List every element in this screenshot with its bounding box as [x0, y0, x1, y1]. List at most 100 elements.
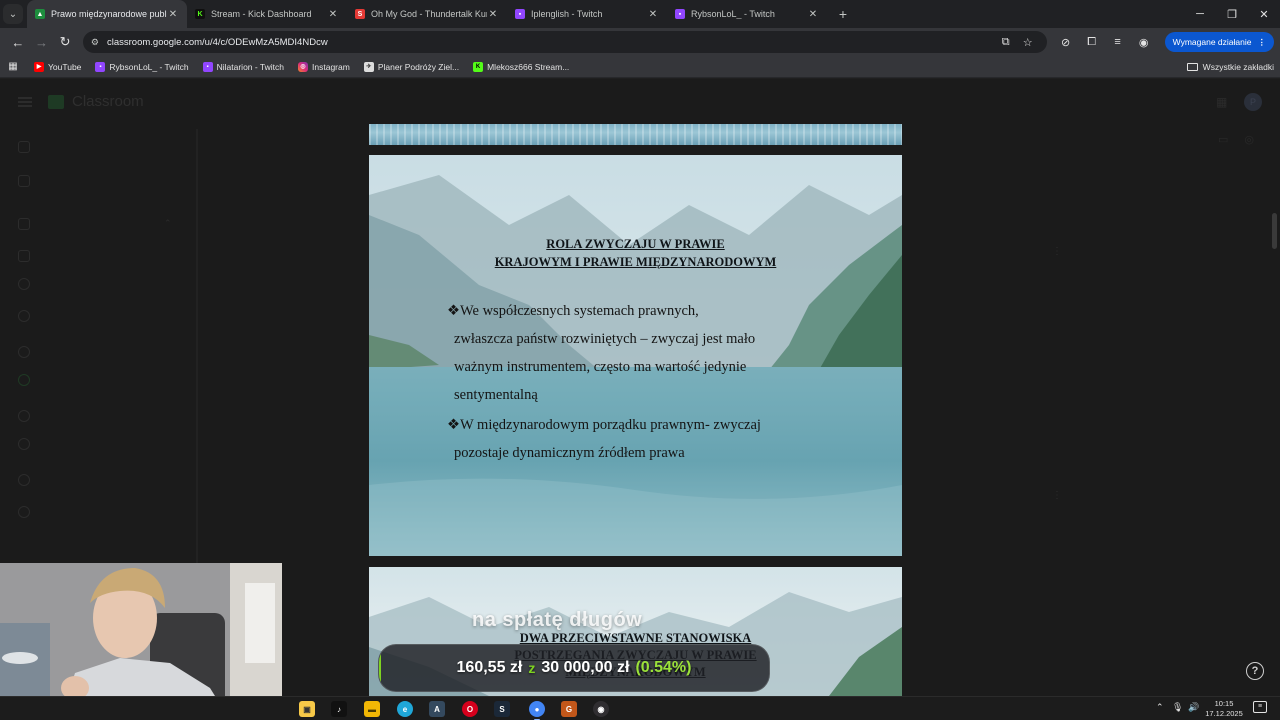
sidebar-item-enrolled[interactable] [18, 218, 46, 230]
close-tab-icon[interactable]: ✕ [327, 9, 339, 20]
bookmark-label: Nilatarion - Twitch [216, 61, 285, 72]
minimize-button[interactable]: ─ [1184, 0, 1216, 28]
bookmark-planer[interactable]: ✈ Planer Podróży Ziel... [363, 61, 459, 72]
bookmark-label: Instagram [312, 61, 350, 72]
sidebar-course-active[interactable] [18, 374, 46, 386]
sidebar-course[interactable] [18, 438, 46, 450]
tab-kick-dashboard[interactable]: K Stream - Kick Dashboard ✕ [187, 0, 347, 28]
sidebar-course[interactable] [18, 346, 46, 358]
apps-grid-icon[interactable]: ▦ [6, 61, 20, 72]
bullet-marker-icon: ❖ [447, 417, 460, 433]
address-bar[interactable]: ⚙ classroom.google.com/u/4/c/ODEwMzA5MDI… [82, 31, 1047, 53]
app-blue-icon[interactable]: A [429, 701, 445, 717]
chevron-up-icon[interactable]: ⌃ [164, 218, 172, 229]
tray-overflow-chevron-icon[interactable]: ⌃ [1156, 702, 1164, 713]
tab-iplenglish[interactable]: ▪ Iplenglish - Twitch ✕ [507, 0, 667, 28]
extensions-puzzle-icon[interactable]: ⧠ [1079, 36, 1105, 49]
goal-target-amount: 30 000,00 zł [541, 659, 630, 676]
bookmark-youtube[interactable]: ▶ YouTube [34, 61, 81, 72]
opera-icon[interactable]: O [462, 701, 478, 717]
clock-date: 17.12.2025 [1205, 709, 1243, 718]
close-tab-icon[interactable]: ✕ [487, 9, 499, 20]
account-avatar[interactable]: P [1244, 93, 1262, 111]
file-explorer-icon[interactable]: ▬ [364, 701, 380, 717]
profile-avatar-icon[interactable]: ◉ [1131, 36, 1157, 49]
volume-icon[interactable]: 🔊 [1188, 702, 1199, 713]
calendar-icon [18, 175, 30, 187]
back-button[interactable]: ← [6, 30, 30, 54]
s-icon: S [355, 9, 365, 19]
close-tab-icon[interactable]: ✕ [167, 9, 179, 20]
tab-strip: ⌄ ▲ Prawo międzynarodowe publiczne ✕ K S… [0, 0, 1280, 28]
browser-toolbar: ← → ↻ ⚙ classroom.google.com/u/4/c/ODEwM… [0, 28, 1280, 56]
bookmark-rybsonlol[interactable]: ▪ RybsonLoL_ - Twitch [95, 61, 189, 72]
microphone-icon[interactable]: 🎙 [1172, 702, 1183, 713]
notification-center-icon[interactable]: ≡ [1253, 701, 1267, 713]
kick-icon: K [473, 61, 484, 72]
restore-button[interactable]: ❐ [1216, 0, 1248, 28]
close-tab-icon[interactable]: ✕ [647, 9, 659, 20]
more-vert-icon[interactable]: ⋮ [1052, 246, 1062, 257]
page-scrollbar[interactable] [1272, 213, 1277, 249]
kick-icon: K [195, 9, 205, 19]
tab-title: Oh My God - Thundertalk Kursy [371, 9, 487, 19]
youtube-icon: ▶ [34, 61, 44, 72]
tab-rybsonlol[interactable]: ▪ RybsonLoL_ - Twitch ✕ [667, 0, 827, 28]
bookmark-star-icon[interactable]: ☆ [1017, 36, 1039, 49]
chrome-icon[interactable]: ● [529, 701, 545, 720]
course-avatar-icon [18, 346, 30, 358]
store-icon[interactable]: ▣ [299, 701, 315, 717]
required-action-button[interactable]: Wymagane działanie ⋮ [1164, 32, 1274, 52]
classroom-icon: ▲ [35, 9, 45, 19]
forward-button[interactable]: → [30, 30, 54, 54]
all-bookmarks-button[interactable]: Wszystkie zakładki [1186, 61, 1274, 72]
bookmark-instagram[interactable]: ◎ Instagram [298, 61, 350, 72]
obs-icon[interactable]: ◉ [593, 701, 609, 717]
bullet-text: We współczesnych systemach prawnych, [460, 303, 699, 319]
tiktok-icon[interactable]: ♪ [331, 701, 347, 717]
slide-previous-fragment [369, 124, 902, 145]
sidebar-course[interactable] [18, 474, 46, 486]
course-avatar-icon [18, 438, 30, 450]
bookmark-mlekosz[interactable]: K Mlekosz666 Stream... [473, 61, 570, 72]
site-info-icon[interactable]: ⚙ [91, 37, 99, 48]
taskbar-clock[interactable]: 10:15 17.12.2025 [1202, 699, 1246, 719]
close-tab-icon[interactable]: ✕ [807, 9, 819, 20]
bookmark-label: Mlekosz666 Stream... [487, 61, 570, 72]
sidebar-item-home[interactable] [18, 141, 46, 153]
steam-icon[interactable]: S [494, 701, 510, 717]
drive-folder-icon[interactable]: ◎ [1244, 133, 1254, 146]
slide-rola-zwyczaju: ROLA ZWYCZAJU W PRAWIE KRAJOWYM I PRAWIE… [369, 155, 902, 556]
clock-time: 10:15 [1214, 699, 1234, 708]
extension-off-icon[interactable]: ⊘ [1053, 36, 1079, 49]
calendar-icon[interactable]: ▭ [1218, 133, 1228, 146]
edge-icon[interactable]: e [397, 701, 413, 717]
sidebar-item-calendar[interactable] [18, 175, 46, 187]
sidebar-course[interactable] [18, 278, 46, 290]
bookmarks-bar: ▦ ▶ YouTube ▪ RybsonLoL_ - Twitch ▪ Nila… [0, 56, 1280, 78]
app-orange-icon[interactable]: G [561, 701, 577, 717]
sidebar-course[interactable] [18, 506, 46, 518]
bullet-text: pozostaje dynamicznym źródłem prawa [454, 445, 685, 461]
bookmark-nilatarion[interactable]: ▪ Nilatarion - Twitch [202, 61, 285, 72]
twitch-icon: ▪ [95, 61, 106, 72]
tab-classroom[interactable]: ▲ Prawo międzynarodowe publiczne ✕ [27, 0, 187, 28]
donation-goal-text: 160,55 zł z 30 000,00 zł (0.54%) [457, 659, 692, 677]
all-bookmarks-label: Wszystkie zakładki [1202, 61, 1274, 72]
sidebar-course[interactable] [18, 410, 46, 422]
sidebar-item-todo[interactable] [18, 250, 46, 262]
tab-thundertalk[interactable]: S Oh My God - Thundertalk Kursy ✕ [347, 0, 507, 28]
windows-taskbar: ▣ ♪ ▬ e A O S ● G ◉ ⌃ 🎙 🔊 10:15 17.12.20… [0, 696, 1280, 720]
tab-search-button[interactable]: ⌄ [3, 4, 23, 24]
sidebar-course[interactable] [18, 310, 46, 322]
reload-button[interactable]: ↻ [53, 30, 77, 54]
donation-goal-progress [379, 645, 382, 691]
close-window-button[interactable]: ✕ [1248, 0, 1280, 28]
course-avatar-icon [18, 474, 30, 486]
new-tab-button[interactable]: + [833, 6, 853, 22]
google-apps-icon[interactable]: ▦ [1216, 95, 1227, 109]
install-app-icon[interactable]: ⧉ [995, 36, 1017, 49]
help-icon[interactable]: ? [1246, 662, 1264, 680]
more-vert-icon[interactable]: ⋮ [1052, 490, 1062, 501]
media-controls-icon[interactable]: ≡ [1105, 36, 1131, 48]
